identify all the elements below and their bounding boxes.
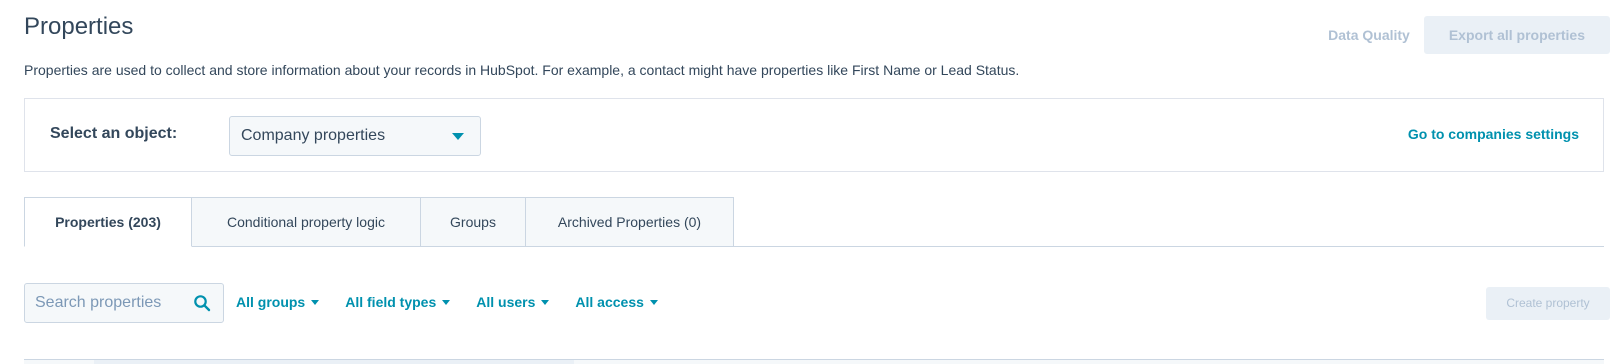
tab-properties[interactable]: Properties (203)	[24, 197, 192, 247]
page-title: Properties	[24, 13, 134, 40]
data-quality-link[interactable]: Data Quality	[1326, 16, 1412, 54]
object-select-value: Company properties	[241, 127, 386, 144]
header-actions: Data Quality Export all properties	[1326, 16, 1610, 54]
properties-tabs: Properties (203) Conditional property lo…	[24, 197, 1604, 247]
create-property-button[interactable]: Create property	[1486, 287, 1610, 320]
all-field-types-label: All field types	[345, 294, 437, 310]
all-field-types-filter[interactable]: All field types	[345, 294, 451, 310]
all-access-filter[interactable]: All access	[575, 294, 658, 310]
search-icon[interactable]	[193, 294, 211, 312]
all-groups-filter[interactable]: All groups	[236, 294, 320, 310]
all-users-filter[interactable]: All users	[476, 294, 550, 310]
object-select-dropdown[interactable]: Company properties	[229, 116, 481, 156]
tab-groups[interactable]: Groups	[421, 197, 526, 247]
chevron-down-icon	[649, 299, 658, 305]
all-access-label: All access	[575, 294, 644, 310]
tab-conditional-property-logic[interactable]: Conditional property logic	[192, 197, 421, 247]
properties-table-header	[24, 359, 1604, 364]
properties-page: Properties Data Quality Export all prope…	[0, 0, 1622, 364]
all-users-label: All users	[476, 294, 536, 310]
search-input[interactable]	[25, 284, 185, 322]
all-groups-label: All groups	[236, 294, 306, 310]
page-description: Properties are used to collect and store…	[24, 62, 1020, 78]
table-header-highlight	[94, 360, 574, 364]
chevron-down-icon	[541, 299, 550, 305]
chevron-down-icon	[442, 299, 451, 305]
export-all-properties-button[interactable]: Export all properties	[1423, 16, 1610, 54]
search-properties-box	[24, 283, 224, 323]
chevron-down-icon	[452, 133, 464, 140]
filter-bar: All groups All field types All users All…	[236, 294, 684, 310]
chevron-down-icon	[311, 299, 320, 305]
tab-archived-properties[interactable]: Archived Properties (0)	[526, 197, 734, 247]
object-selector-label: Select an object:	[50, 125, 178, 142]
object-selector-panel: Select an object: Company properties Go …	[24, 98, 1604, 172]
go-to-companies-settings-link[interactable]: Go to companies settings	[1408, 126, 1579, 142]
